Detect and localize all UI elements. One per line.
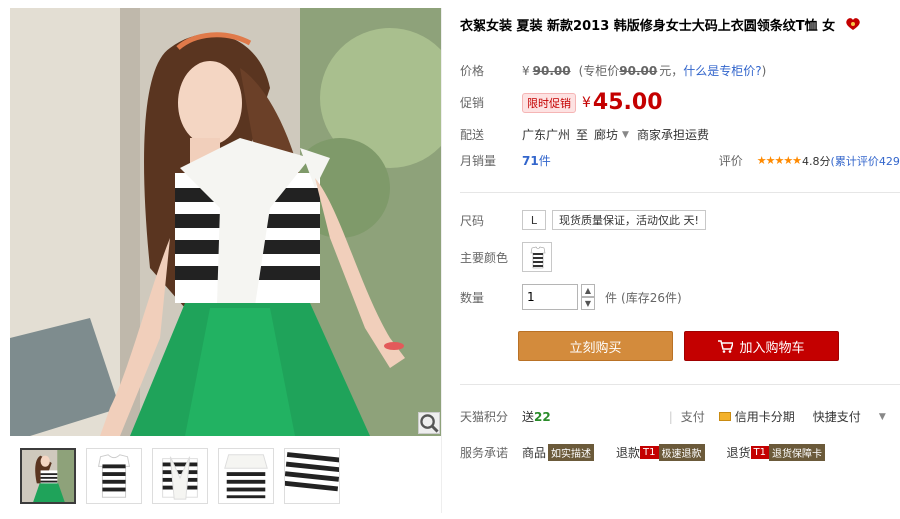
stock-notice: 现货质量保证，活动仅此 天! — [552, 210, 706, 230]
points-value: 22 — [534, 409, 551, 424]
gallery-divider — [441, 8, 442, 513]
size-row: 尺码 L 现货质量保证，活动仅此 天! — [460, 210, 706, 230]
add-to-cart-label: 加入购物车 — [739, 340, 805, 356]
promo-currency: ¥ — [582, 94, 591, 111]
service-item-1-tag[interactable]: 如实描述 — [548, 444, 595, 461]
hot-badge-icon — [845, 17, 861, 31]
service-label: 服务承诺 — [460, 446, 509, 460]
color-row: 主要颜色 — [460, 242, 552, 272]
price-currency: ¥ — [522, 63, 530, 78]
rating-score: 4.8分 — [802, 154, 831, 168]
section-divider-2 — [460, 384, 900, 385]
color-label: 主要颜色 — [460, 250, 509, 265]
zoom-icon[interactable] — [418, 412, 440, 434]
shipping-destination[interactable]: 廊坊 — [594, 126, 618, 143]
product-title: 衣絮女装 夏装 新款2013 韩版修身女士大码上衣圆领条纹T恤 女 — [460, 14, 900, 34]
original-price: 90.00 — [532, 63, 571, 78]
points-label: 天猫积分 — [460, 410, 509, 424]
sales-count: 71 — [522, 153, 539, 168]
thumbnail-4[interactable] — [218, 448, 274, 504]
stock-count: (库存26件) — [621, 290, 682, 305]
sales-label: 月销量 — [460, 154, 497, 168]
rating-label: 评价 — [718, 154, 743, 168]
quantity-increase-icon[interactable]: ▲ — [581, 284, 595, 297]
service-row: 服务承诺 商品 如实描述 退款 T1 极速退款 退货 T1 退货保障卡 — [460, 444, 826, 461]
price-row: 价格 ¥ 90.00 (专柜价 90.00 元， 什么是专柜价? ) — [460, 62, 766, 79]
shipping-to-word: 至 — [576, 128, 589, 142]
quantity-row: 数量 ▲ ▼ 件 (库存26件) — [460, 284, 682, 310]
promo-label: 促销 — [460, 96, 485, 110]
size-option-l[interactable]: L — [522, 210, 546, 230]
quantity-stepper[interactable]: ▲ ▼ — [581, 284, 595, 310]
counter-price-close: ) — [761, 63, 767, 78]
model-photo-illustration — [10, 8, 442, 436]
buy-now-button[interactable]: 立刻购买 — [518, 331, 673, 361]
product-gallery — [10, 8, 442, 513]
service-item-2-num: T1 — [640, 446, 659, 459]
chevron-down-icon[interactable]: ▼ — [622, 130, 629, 140]
credit-installment[interactable]: 信用卡分期 — [735, 408, 795, 425]
section-divider-1 — [460, 192, 900, 193]
credit-card-icon — [718, 412, 731, 421]
thumbnail-1[interactable] — [20, 448, 76, 504]
quantity-input[interactable] — [522, 284, 578, 310]
counter-price-help-link[interactable]: 什么是专柜价? — [683, 62, 761, 79]
shipping-fee: 商家承担运费 — [636, 128, 709, 142]
product-header: 衣絮女装 夏装 新款2013 韩版修身女士大码上衣圆领条纹T恤 女 — [460, 14, 900, 34]
counter-price-prefix: (专柜价 — [578, 64, 620, 78]
pay-divider: | — [668, 409, 673, 424]
product-title-text: 衣絮女装 夏装 新款2013 韩版修身女士大码上衣圆领条纹T恤 女 — [460, 18, 836, 34]
shipping-row: 配送 广东广州 至 廊坊 ▼ 商家承担运费 — [460, 126, 709, 143]
sales-row: 月销量 71 件 评价 ★★★★★ 4.8分 (累计评价429 — [460, 152, 900, 169]
counter-price-value: 90.00 — [619, 63, 658, 78]
thumbnail-strip — [20, 448, 340, 504]
chevron-down-icon[interactable]: ▼ — [879, 412, 886, 422]
service-item-3-num: T1 — [750, 446, 770, 459]
promo-badge: 限时促销 — [522, 92, 576, 113]
service-item-3-prefix: 退货 — [726, 446, 751, 460]
size-label: 尺码 — [460, 213, 485, 228]
quantity-unit: 件 — [605, 290, 618, 305]
counter-price-suffix: 元， — [659, 64, 684, 78]
service-item-1-prefix: 商品 — [522, 446, 547, 460]
color-swatch-striped[interactable] — [522, 242, 552, 272]
promo-price: 45.00 — [592, 90, 663, 115]
cart-icon — [718, 339, 734, 353]
rating-count-link[interactable]: (累计评价429 — [831, 153, 900, 169]
shipping-label: 配送 — [460, 128, 485, 142]
thumbnail-3[interactable] — [152, 448, 208, 504]
sales-unit: 件 — [538, 154, 551, 168]
points-row: 天猫积分 送 22 | 支付 信用卡分期 快捷支付 ▼ — [460, 408, 900, 425]
thumbnail-2[interactable] — [86, 448, 142, 504]
main-product-photo[interactable] — [10, 8, 442, 436]
rating-stars: ★★★★★ — [756, 154, 802, 167]
promo-row: 促销 限时促销 ¥ 45.00 — [460, 90, 663, 115]
quantity-decrease-icon[interactable]: ▼ — [581, 297, 595, 310]
price-label: 价格 — [460, 64, 485, 78]
service-item-3-tag[interactable]: 退货保障卡 — [769, 444, 826, 461]
points-text: 送 — [522, 410, 535, 424]
quantity-label: 数量 — [460, 290, 485, 305]
add-to-cart-button[interactable]: 加入购物车 — [684, 331, 839, 361]
service-item-2-prefix: 退款 — [616, 446, 641, 460]
thumbnail-5[interactable] — [284, 448, 340, 504]
service-item-2-tag[interactable]: 极速退款 — [658, 444, 705, 461]
pay-label: 支付 — [680, 410, 705, 424]
shipping-from: 广东广州 — [522, 128, 571, 142]
express-pay[interactable]: 快捷支付 — [813, 408, 861, 425]
